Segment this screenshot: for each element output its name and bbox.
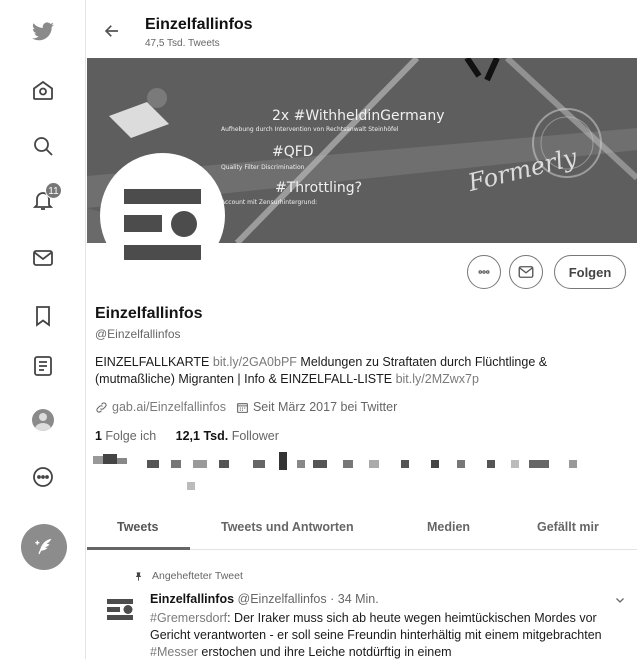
link-icon — [96, 401, 107, 413]
explore-search-icon[interactable] — [21, 124, 65, 168]
profile-meta: gab.ai/Einzelfallinfos Seit März 2017 be… — [95, 400, 397, 414]
send-message-button[interactable] — [509, 255, 543, 289]
tab-likes[interactable]: Gefällt mir — [537, 520, 599, 534]
banner-line-3-sub: Account mit Zensurhintergrund: — [221, 199, 318, 206]
lists-icon[interactable] — [21, 344, 65, 388]
home-icon[interactable] — [21, 68, 65, 112]
profile-name: Einzelfallinfos — [95, 305, 203, 322]
banner-line-2: #QFD — [272, 144, 314, 160]
header-tweet-count: 47,5 Tsd. Tweets — [145, 38, 220, 49]
tweet-author-name[interactable]: Einzelfallinfos — [150, 592, 234, 606]
tweet-text: #Gremersdorf: Der Iraker muss sich ab he… — [150, 611, 602, 659]
followers-link[interactable]: 12,1 Tsd. Follower — [176, 429, 279, 443]
profile-header-bar: Einzelfallinfos 47,5 Tsd. Tweets — [87, 0, 637, 58]
more-dots-icon — [478, 270, 490, 274]
header-title: Einzelfallinfos — [145, 16, 253, 33]
hashtag-gremersdorf[interactable]: #Gremersdorf — [150, 611, 227, 625]
followed-by-avatars-blurred — [93, 452, 593, 494]
left-navigation: 11 — [0, 0, 86, 659]
following-link[interactable]: 1 Folge ich — [95, 429, 156, 443]
more-actions-button[interactable] — [467, 255, 501, 289]
follow-stats: 1 Folge ich 12,1 Tsd. Follower — [95, 429, 279, 443]
joined-date: Seit März 2017 bei Twitter — [252, 400, 398, 414]
profile-avatar-icon[interactable] — [21, 398, 65, 442]
banner-line-2-sub: Quality Filter Discrimination — [221, 164, 305, 171]
calendar-icon — [237, 402, 248, 413]
banner-line-3: #Throttling? — [275, 180, 363, 196]
more-options-icon[interactable] — [21, 455, 65, 499]
hashtag-messer[interactable]: #Messer — [150, 645, 198, 659]
pin-icon — [135, 571, 142, 581]
follow-button[interactable]: Folgen — [554, 255, 626, 289]
bookmarks-icon[interactable] — [21, 294, 65, 338]
tab-tweets-and-replies[interactable]: Tweets und Antworten — [221, 520, 354, 534]
pinned-tweet-label: Angehefteter Tweet — [133, 570, 243, 582]
profile-tabs: Tweets Tweets und Antworten Medien Gefäl… — [87, 506, 637, 550]
messages-mail-icon[interactable] — [21, 236, 65, 280]
mail-icon — [518, 266, 534, 278]
website-link[interactable]: gab.ai/Einzelfallinfos — [112, 400, 226, 414]
notifications-badge: 11 — [45, 182, 62, 199]
profile-main-column: Einzelfallinfos 47,5 Tsd. Tweets 2x #Wit… — [87, 0, 637, 659]
banner-line-1-sub: Aufhebung durch Intervention von Rechtsa… — [221, 126, 399, 133]
active-tab-indicator — [87, 547, 190, 550]
banner-line-1: 2x #WithheldinGermany — [272, 108, 445, 124]
tweet-author-avatar[interactable] — [105, 593, 137, 625]
back-arrow-icon[interactable] — [103, 22, 121, 40]
profile-picture[interactable] — [100, 153, 225, 278]
tab-tweets[interactable]: Tweets — [117, 520, 158, 534]
bio-link-liste[interactable]: bit.ly/2MZwx7p — [396, 372, 479, 386]
twitter-logo-icon[interactable] — [21, 10, 65, 54]
notifications-bell-icon[interactable]: 11 — [21, 178, 65, 222]
profile-bio: EINZELFALLKARTE bit.ly/2GA0bPF Meldungen… — [95, 355, 548, 386]
tweet-header: Einzelfallinfos @Einzelfallinfos · 34 Mi… — [150, 592, 379, 606]
tweet-menu-chevron-icon[interactable] — [614, 594, 626, 606]
tab-media[interactable]: Medien — [427, 520, 470, 534]
bio-link-karte[interactable]: bit.ly/2GA0bPF — [213, 355, 297, 369]
feather-icon — [35, 538, 52, 555]
compose-tweet-button[interactable] — [21, 524, 67, 570]
profile-handle: @Einzelfallinfos — [95, 327, 181, 341]
tweet-handle-time: @Einzelfallinfos · 34 Min. — [234, 592, 379, 606]
